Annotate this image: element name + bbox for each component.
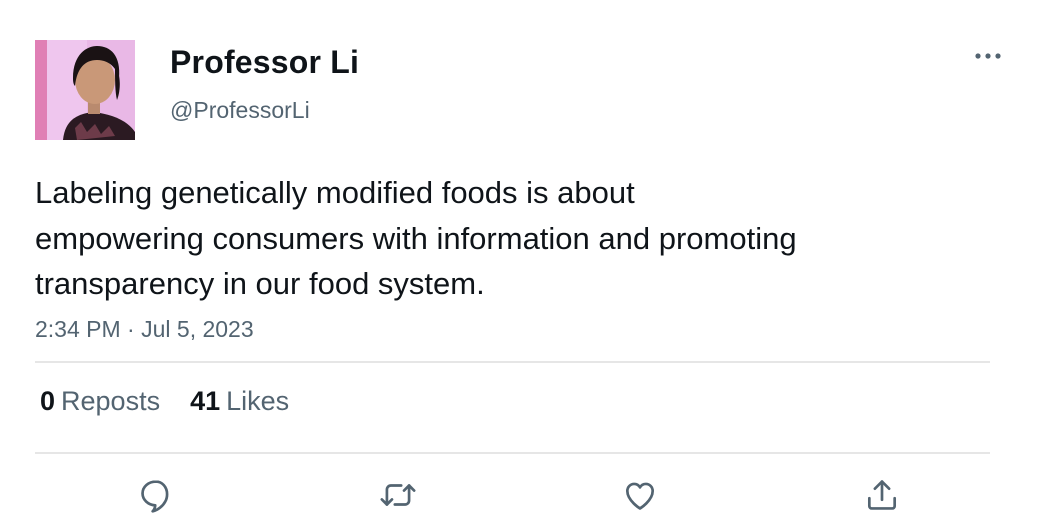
avatar[interactable] <box>35 40 135 140</box>
divider <box>35 452 990 454</box>
tweet-text-line: Labeling genetically modified foods is a… <box>35 175 635 210</box>
likes-count: 41 <box>190 386 221 416</box>
engagement-stats: 0 Reposts 41 Likes <box>40 386 289 417</box>
tweet-text-line: empowering consumers with information an… <box>35 220 797 256</box>
timestamp-separator: · <box>127 316 135 342</box>
more-options-icon[interactable] <box>972 44 1004 68</box>
reposts-label: Reposts <box>61 386 161 416</box>
tweet-text-line: transparency in our food system. <box>35 266 485 301</box>
like-icon <box>625 482 655 510</box>
tweet-timestamp[interactable]: 2:34 PM · Jul 5, 2023 <box>35 316 254 343</box>
divider <box>35 361 990 363</box>
author-handle[interactable]: @ProfessorLi <box>170 97 310 124</box>
tweet-time: 2:34 PM <box>35 316 121 342</box>
repost-button[interactable] <box>376 473 420 517</box>
tweet-text: Labeling genetically modified foods is a… <box>35 170 965 307</box>
reply-button[interactable] <box>134 473 178 517</box>
likes-stat[interactable]: 41 Likes <box>190 386 289 417</box>
share-icon <box>867 480 897 510</box>
share-button[interactable] <box>860 473 904 517</box>
reposts-stat[interactable]: 0 Reposts <box>40 386 160 417</box>
reposts-count: 0 <box>40 386 56 416</box>
likes-label: Likes <box>226 386 290 416</box>
reply-icon <box>141 480 169 513</box>
tweet-date: Jul 5, 2023 <box>141 316 254 342</box>
author-name[interactable]: Professor Li <box>170 44 359 81</box>
repost-icon <box>380 484 416 506</box>
like-button[interactable] <box>618 473 662 517</box>
avatar-image <box>35 40 135 140</box>
